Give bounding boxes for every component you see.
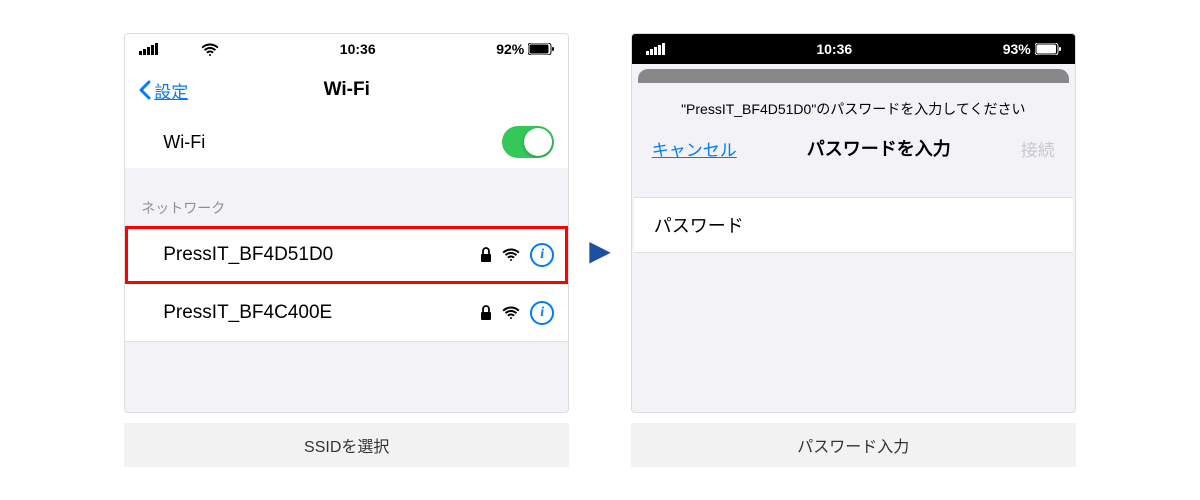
info-button[interactable]: i bbox=[530, 301, 554, 325]
wifi-icon bbox=[502, 248, 520, 261]
wifi-icon bbox=[502, 306, 520, 319]
modal-prompt: "PressIT_BF4D51D0"のパスワードを入力してください bbox=[634, 83, 1073, 127]
cancel-button[interactable]: キャンセル bbox=[652, 136, 737, 161]
arrow-icon: ▶ bbox=[589, 234, 611, 267]
status-time: 10:36 bbox=[340, 41, 376, 57]
status-bar: 10:36 93% bbox=[632, 34, 1075, 64]
caption-left: SSIDを選択 bbox=[124, 423, 569, 467]
caption-right: パスワード入力 bbox=[631, 423, 1076, 467]
password-modal: "PressIT_BF4D51D0"のパスワードを入力してください キャンセル … bbox=[634, 83, 1073, 412]
signal-icon bbox=[139, 43, 159, 55]
wifi-toggle[interactable] bbox=[502, 126, 554, 158]
battery-icon bbox=[1035, 43, 1061, 55]
wifi-toggle-label: Wi-Fi bbox=[163, 132, 205, 153]
phone-password-entry: 10:36 93% "PressIT_BF4D51D0"のパスワードを入力してく… bbox=[631, 33, 1076, 413]
modal-backdrop-card bbox=[638, 69, 1069, 83]
connect-button[interactable]: 接続 bbox=[1021, 136, 1055, 161]
battery-percent: 92% bbox=[496, 41, 524, 57]
signal-icon bbox=[646, 43, 666, 55]
password-field[interactable]: パスワード bbox=[634, 197, 1073, 253]
battery-icon bbox=[528, 43, 554, 55]
lock-icon bbox=[480, 305, 492, 321]
back-button[interactable]: 設定 bbox=[139, 78, 188, 103]
nav-bar: 設定 Wi-Fi bbox=[125, 64, 568, 116]
chevron-left-icon bbox=[139, 80, 151, 100]
status-time: 10:36 bbox=[816, 41, 852, 57]
lock-icon bbox=[480, 247, 492, 263]
page-title: Wi-Fi bbox=[324, 79, 370, 101]
status-bar: 10:36 92% bbox=[125, 34, 568, 64]
back-label: 設定 bbox=[154, 78, 188, 103]
network-row[interactable]: PressIT_BF4C400E i bbox=[125, 284, 568, 342]
modal-title: パスワードを入力 bbox=[807, 135, 951, 161]
password-label: パスワード bbox=[654, 212, 744, 238]
battery-percent: 93% bbox=[1003, 41, 1031, 57]
network-name: PressIT_BF4C400E bbox=[163, 302, 332, 324]
wifi-toggle-row[interactable]: Wi-Fi bbox=[163, 116, 554, 168]
info-button[interactable]: i bbox=[530, 243, 554, 267]
phone-wifi-settings: 10:36 92% 設定 Wi-Fi Wi-Fi ネットワーク PressIT_… bbox=[124, 33, 569, 413]
network-row[interactable]: PressIT_BF4D51D0 i bbox=[125, 226, 568, 284]
networks-header: ネットワーク bbox=[125, 168, 568, 226]
network-name: PressIT_BF4D51D0 bbox=[163, 244, 333, 266]
wifi-icon bbox=[201, 43, 219, 56]
